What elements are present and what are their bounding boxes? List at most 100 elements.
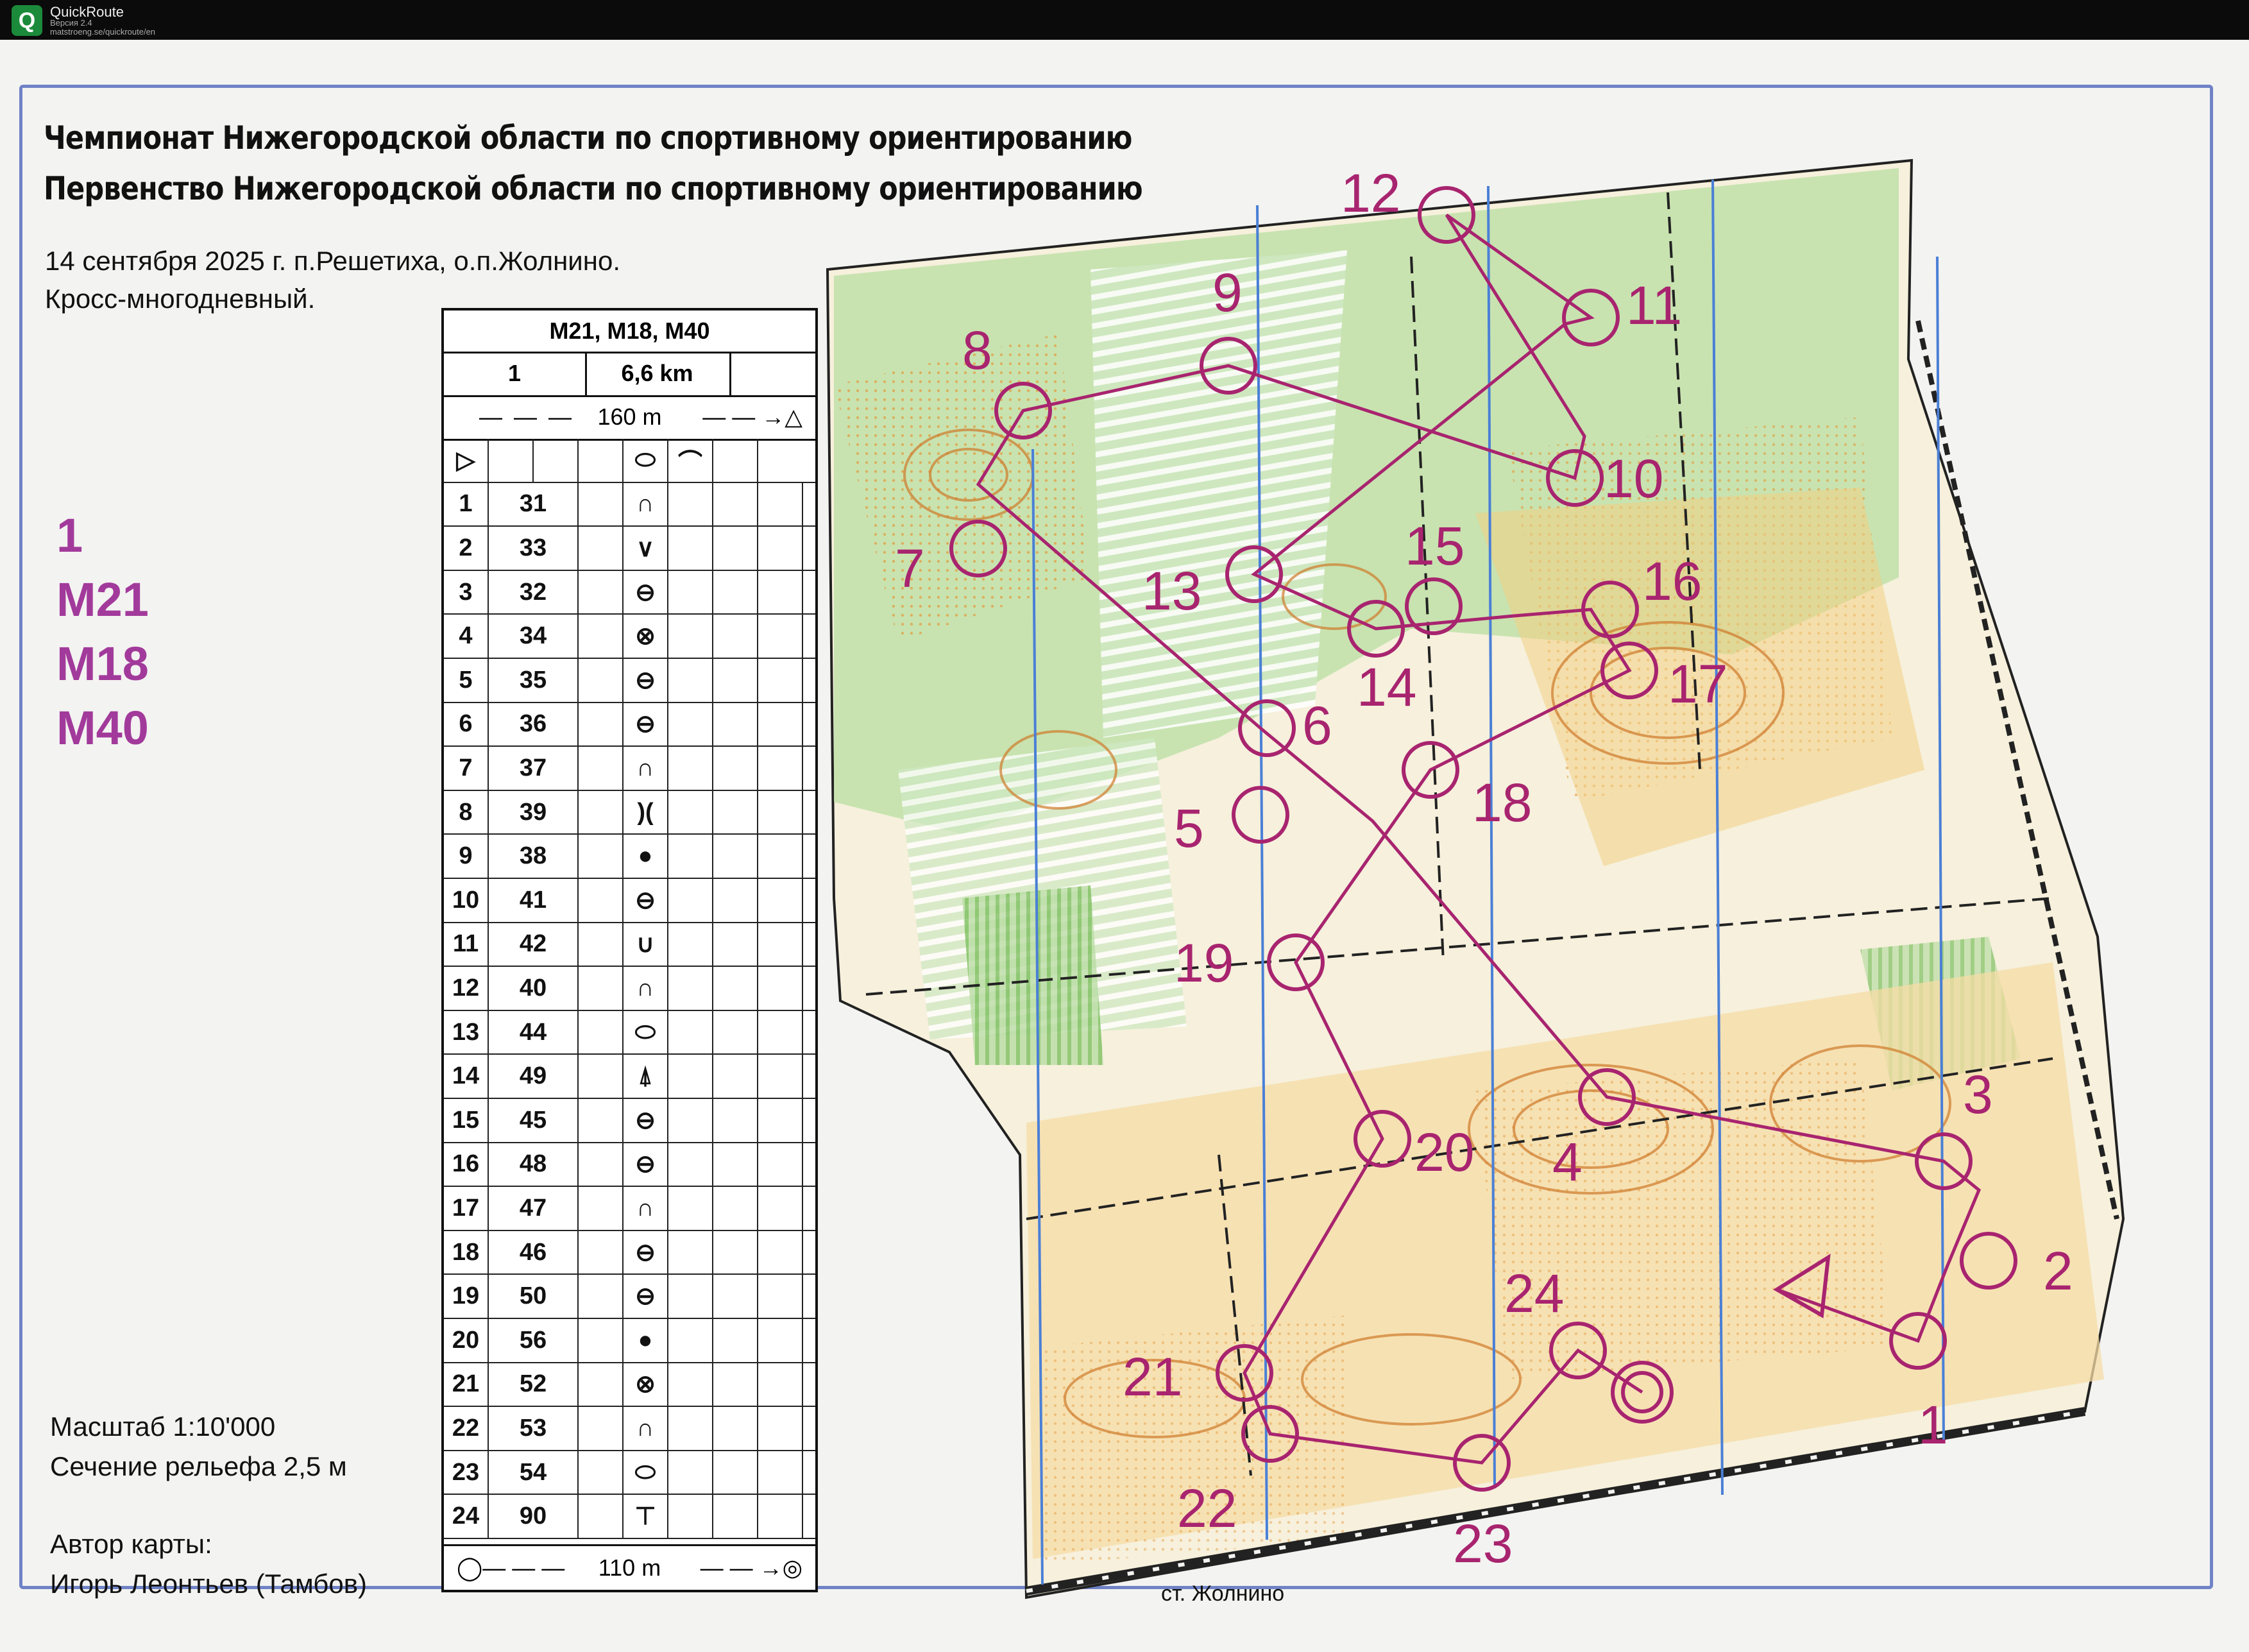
direction-cell [579, 1187, 624, 1230]
finish-route-start-icon: ◯— — — [457, 1554, 565, 1581]
legend-course-length: 6,6 km [585, 352, 731, 395]
map-scale: Масштаб 1:10'000 [50, 1411, 276, 1442]
detail-cell [668, 1055, 713, 1098]
control-number-7: 7 [895, 538, 925, 599]
route-to-start-arrow-icon: — — →△ [702, 404, 802, 430]
detail-cell [668, 747, 713, 790]
control-code: 44 [489, 1010, 579, 1054]
detail-cell [668, 1495, 713, 1538]
dimension-cell [713, 1055, 758, 1098]
legend-control-row: 20 56 ● [444, 1319, 815, 1363]
dimension-cell [713, 615, 758, 658]
feature-symbol-icon: ∩ [624, 967, 668, 1010]
control-number-22: 22 [1177, 1478, 1237, 1538]
control-code: 90 [489, 1495, 579, 1538]
feature-symbol-icon: ⊖ [624, 1230, 668, 1274]
location-cell [758, 1495, 803, 1538]
location-cell [758, 1319, 803, 1362]
dimension-cell [713, 1275, 758, 1318]
legend-control-row: 21 52 ⊗ [444, 1363, 815, 1408]
detail-cell [668, 1187, 713, 1230]
control-number-11: 11 [1626, 275, 1682, 336]
legend-course-number: 1 [444, 352, 587, 395]
control-code: 56 [489, 1319, 579, 1362]
direction-cell [579, 527, 624, 570]
feature-symbol-icon: ⬭ [624, 1451, 668, 1494]
location-cell [758, 1143, 803, 1186]
class-m21: M21 [56, 573, 149, 626]
feature-symbol-icon: ∨ [624, 527, 668, 570]
dimension-cell [713, 747, 758, 790]
control-code: 47 [489, 1187, 579, 1230]
control-code: 41 [489, 879, 579, 922]
event-date-place: 14 сентября 2025 г. п.Решетиха, о.п.Жолн… [45, 246, 620, 276]
legend-control-row: 14 49 ⍋ [444, 1055, 815, 1099]
control-number-4: 4 [1552, 1132, 1583, 1192]
location-cell [758, 482, 803, 526]
location-cell [758, 790, 803, 834]
location-cell [758, 1010, 803, 1054]
orienteering-map[interactable]: 1 2 3 4 5 6 7 8 9 10 11 12 13 14 15 16 1… [0, 40, 2249, 1652]
legend-start-marking: — — — 160 m — — →△ [444, 395, 815, 441]
location-cell [758, 659, 803, 702]
legend-control-row: 23 54 ⬭ [444, 1451, 815, 1495]
control-sequence-number: 14 [444, 1055, 489, 1098]
dense-vegetation [962, 885, 1103, 1065]
control-number-18: 18 [1472, 772, 1532, 833]
detail-cell [668, 1451, 713, 1494]
detail-cell [668, 1407, 713, 1450]
direction-cell [579, 835, 624, 878]
detail-cell [668, 1143, 713, 1186]
feature-symbol-icon: ⊖ [624, 570, 668, 614]
legend-control-row: 12 40 ∩ [444, 967, 815, 1011]
detail-cell [668, 1230, 713, 1274]
detail-cell [668, 615, 713, 658]
legend-finish-marking: ◯— — — 110 m — — →◎ [444, 1544, 815, 1590]
control-sequence-number: 16 [444, 1143, 489, 1186]
feature-symbol-icon: ⍋ [624, 1055, 668, 1098]
feature-symbol-icon: ∩ [624, 482, 668, 526]
detail-cell [668, 570, 713, 614]
dimension-cell [713, 1010, 758, 1054]
station-label: ст. Жолнино [1161, 1581, 1285, 1606]
feature-symbol-icon: ∩ [624, 1187, 668, 1230]
legend-control-row: 4 34 ⊗ [444, 615, 815, 659]
control-sequence-number: 1 [444, 482, 489, 526]
feature-symbol-icon: ● [624, 1319, 668, 1362]
location-cell [758, 615, 803, 658]
feature-symbol-icon: ∩ [624, 747, 668, 790]
control-sequence-number: 22 [444, 1407, 489, 1450]
feature-symbol-icon: ⊤ [624, 1495, 668, 1538]
control-sequence-number: 3 [444, 570, 489, 614]
control-code: 45 [489, 1099, 579, 1142]
class-course-number: 1 [56, 509, 83, 562]
app-version: Версия 2.4 [50, 18, 92, 28]
control-description-sheet: M21, M18, M40 1 6,6 km — — — 160 m — — →… [441, 308, 818, 1592]
app-titlebar: Q QuickRoute Версия 2.4 matstroeng.se/qu… [0, 0, 2249, 40]
control-sequence-number: 2 [444, 527, 489, 570]
direction-cell [579, 967, 624, 1010]
location-cell [758, 835, 803, 878]
control-code: 33 [489, 527, 579, 570]
detail-cell [668, 967, 713, 1010]
control-code: 35 [489, 659, 579, 702]
location-cell [758, 747, 803, 790]
open-land-dots [1475, 1059, 1892, 1379]
direction-cell [579, 1495, 624, 1538]
feature-symbol-icon: ● [624, 835, 668, 878]
control-number-2: 2 [2043, 1241, 2073, 1301]
feature-symbol-icon: ⊗ [624, 615, 668, 658]
location-cell [758, 1451, 803, 1494]
control-code: 48 [489, 1143, 579, 1186]
direction-cell [579, 482, 624, 526]
location-cell [758, 967, 803, 1010]
dimension-cell [713, 879, 758, 922]
legend-control-row: 17 47 ∩ [444, 1187, 815, 1231]
dimension-cell [713, 1143, 758, 1186]
dimension-cell [713, 570, 758, 614]
location-cell [758, 1275, 803, 1318]
direction-cell [579, 1275, 624, 1318]
direction-cell [579, 1319, 624, 1362]
detail-cell [668, 703, 713, 746]
detail-cell [668, 527, 713, 570]
